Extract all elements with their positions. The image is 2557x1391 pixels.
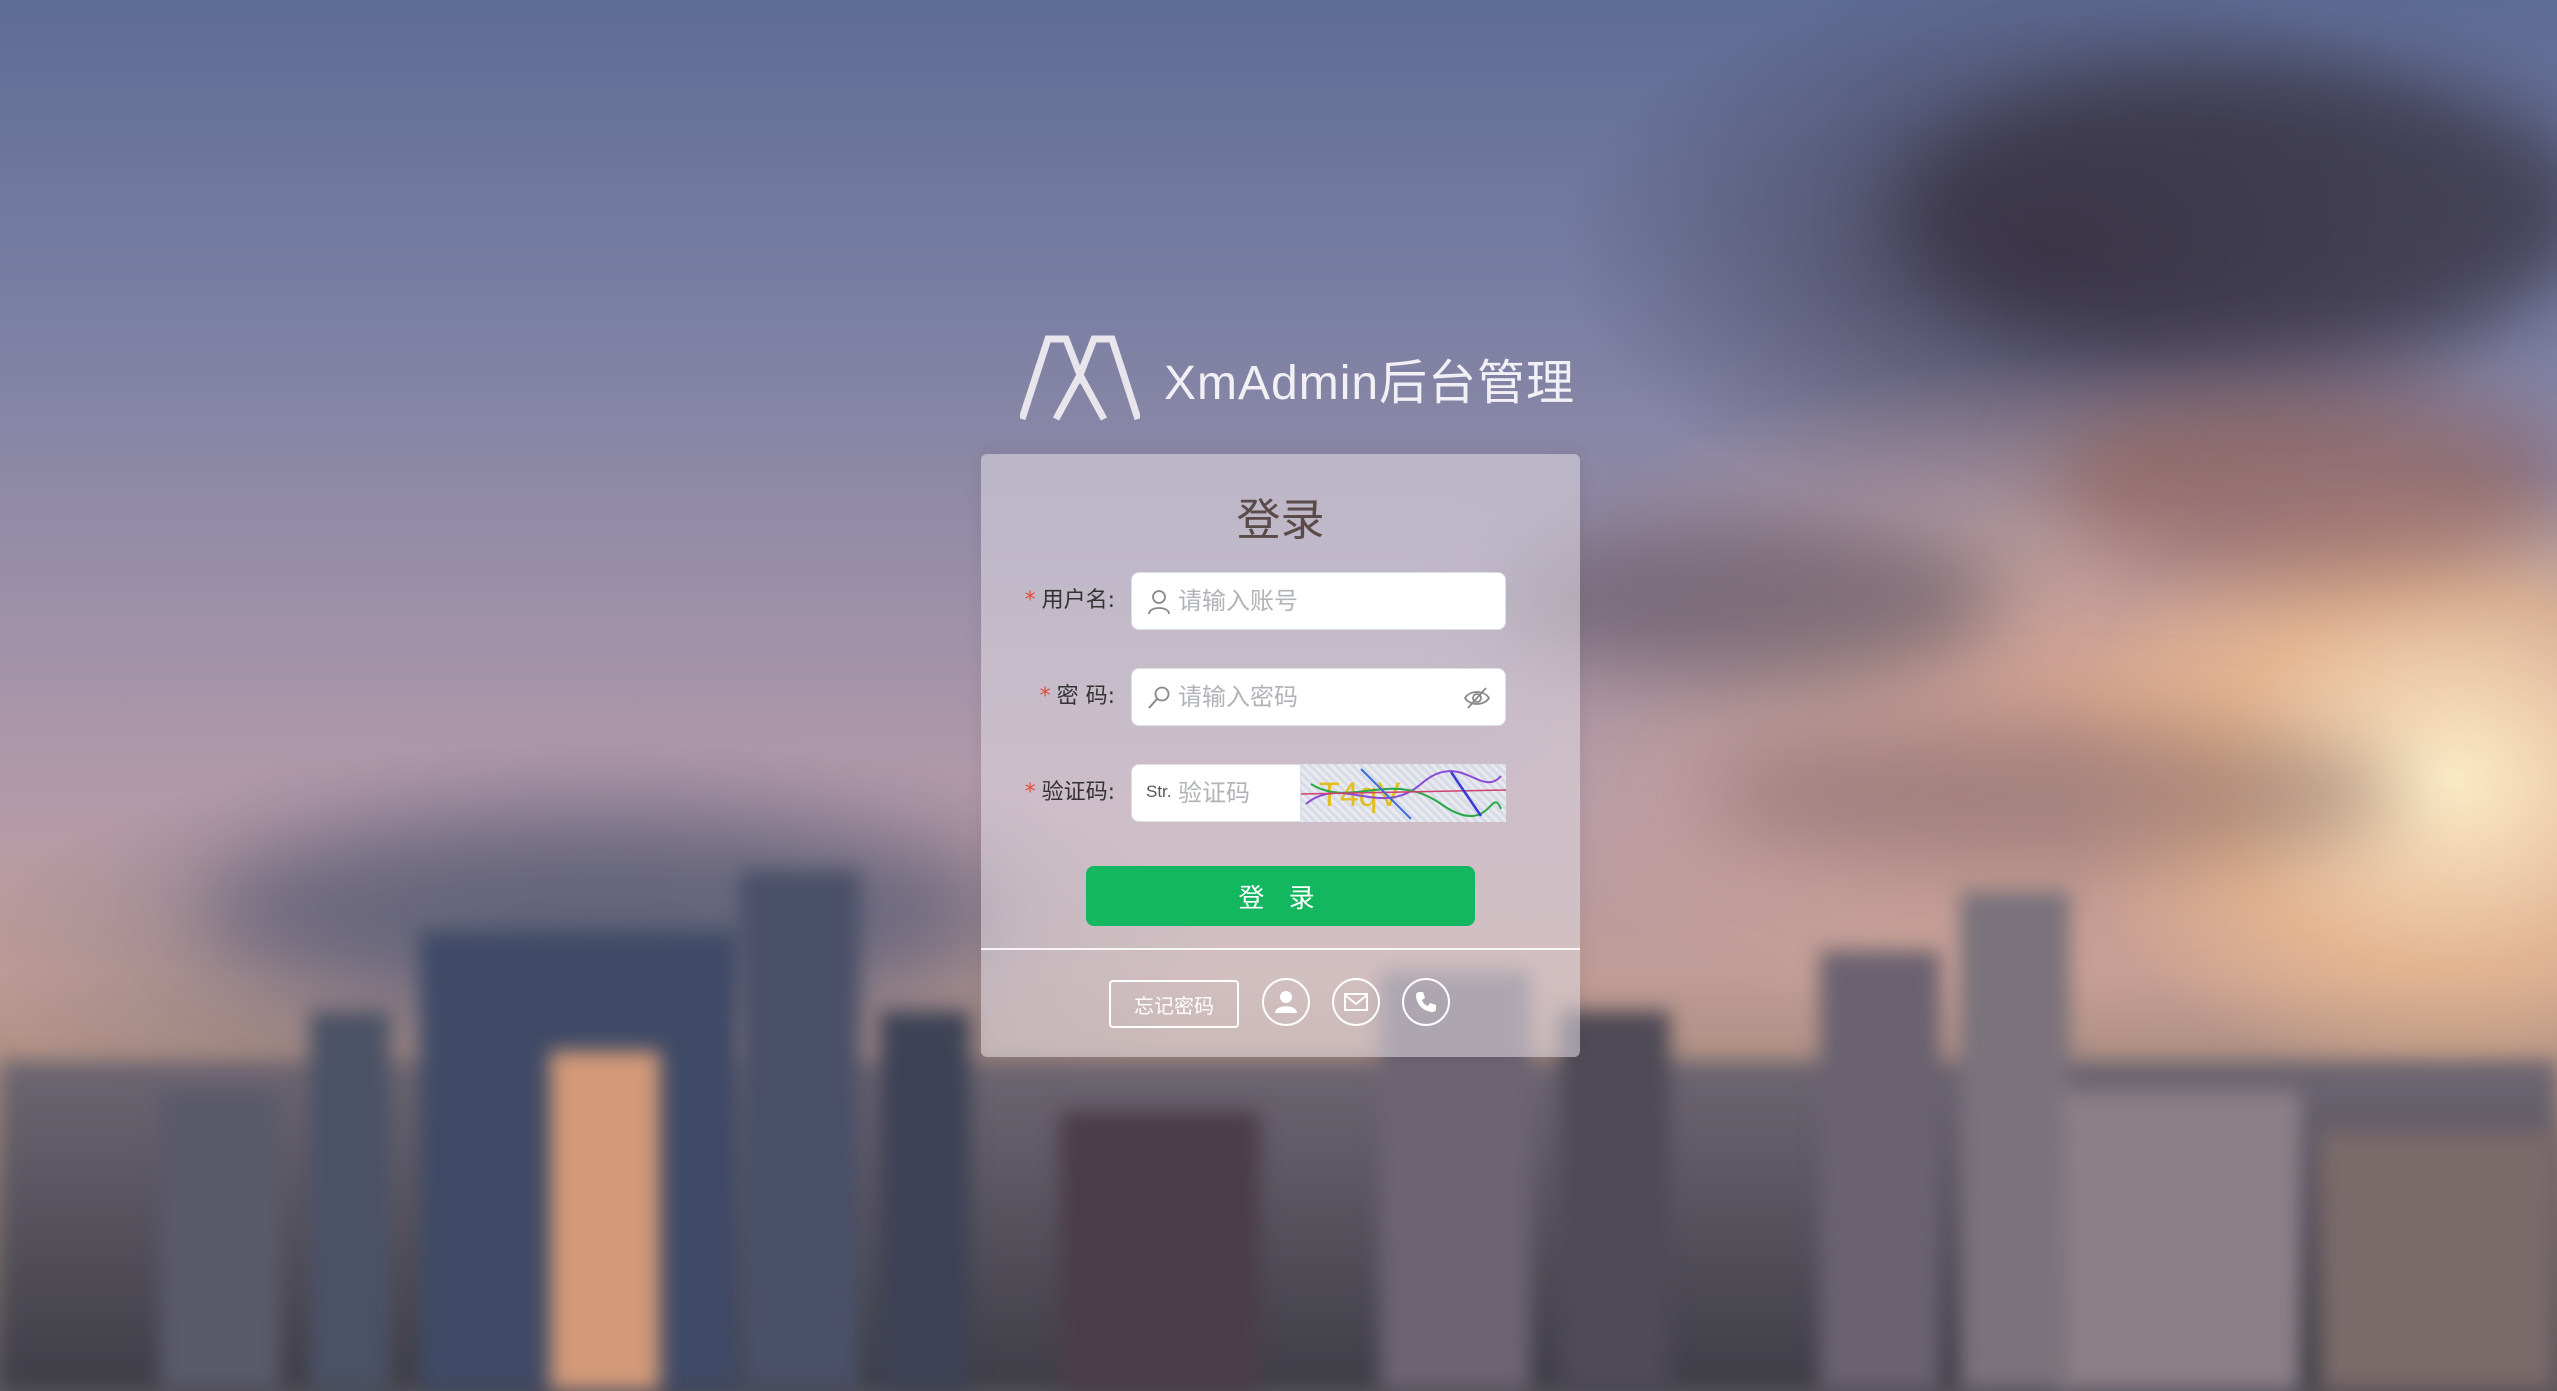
captcha-prefix: Str.	[1146, 782, 1172, 801]
login-title: 登录	[1236, 495, 1325, 546]
username-field[interactable]	[1131, 572, 1506, 630]
phone-button[interactable]	[1402, 978, 1450, 1026]
app-title: XmAdmin后台管理	[1164, 357, 1576, 410]
captcha-image[interactable]: T4qV	[1301, 764, 1506, 822]
username-label: * 用户名:	[1024, 588, 1115, 613]
captcha-field[interactable]: Str.	[1131, 764, 1301, 822]
password-row: * 密 码:	[981, 668, 1580, 726]
required-mark: *	[1024, 780, 1036, 805]
password-field[interactable]	[1131, 668, 1506, 726]
mail-button[interactable]	[1332, 978, 1380, 1026]
xm-logo-icon	[1020, 335, 1140, 421]
user-circle-icon	[1275, 991, 1297, 1013]
login-card: 登录 *用户名: *密 码:	[981, 454, 1580, 1057]
login-button[interactable]: 登 录	[1086, 866, 1475, 926]
key-icon	[1148, 686, 1170, 709]
username-input[interactable]	[1178, 573, 1448, 629]
app-header: XmAdmin后台管理	[1020, 335, 1575, 421]
username-row: * 用户名:	[981, 572, 1580, 630]
required-mark: *	[1039, 684, 1051, 709]
divider	[981, 948, 1580, 950]
card-footer: 忘记密码	[981, 978, 1580, 1030]
password-label: * 密 码:	[1039, 684, 1115, 709]
eye-off-icon[interactable]	[1463, 685, 1491, 711]
forgot-password-button[interactable]: 忘记密码	[1109, 980, 1239, 1028]
captcha-noise: T4qV	[1301, 768, 1506, 820]
captcha-input[interactable]	[1178, 765, 1296, 821]
phone-icon	[1416, 992, 1436, 1012]
captcha-label: * 验证码:	[1024, 780, 1115, 805]
required-mark: *	[1024, 588, 1036, 613]
user-icon	[1148, 590, 1170, 615]
captcha-row: *验证码: Str. T4qV	[981, 764, 1580, 822]
password-input[interactable]	[1178, 669, 1448, 725]
mail-icon	[1344, 993, 1368, 1011]
user-circle-button[interactable]	[1262, 978, 1310, 1026]
